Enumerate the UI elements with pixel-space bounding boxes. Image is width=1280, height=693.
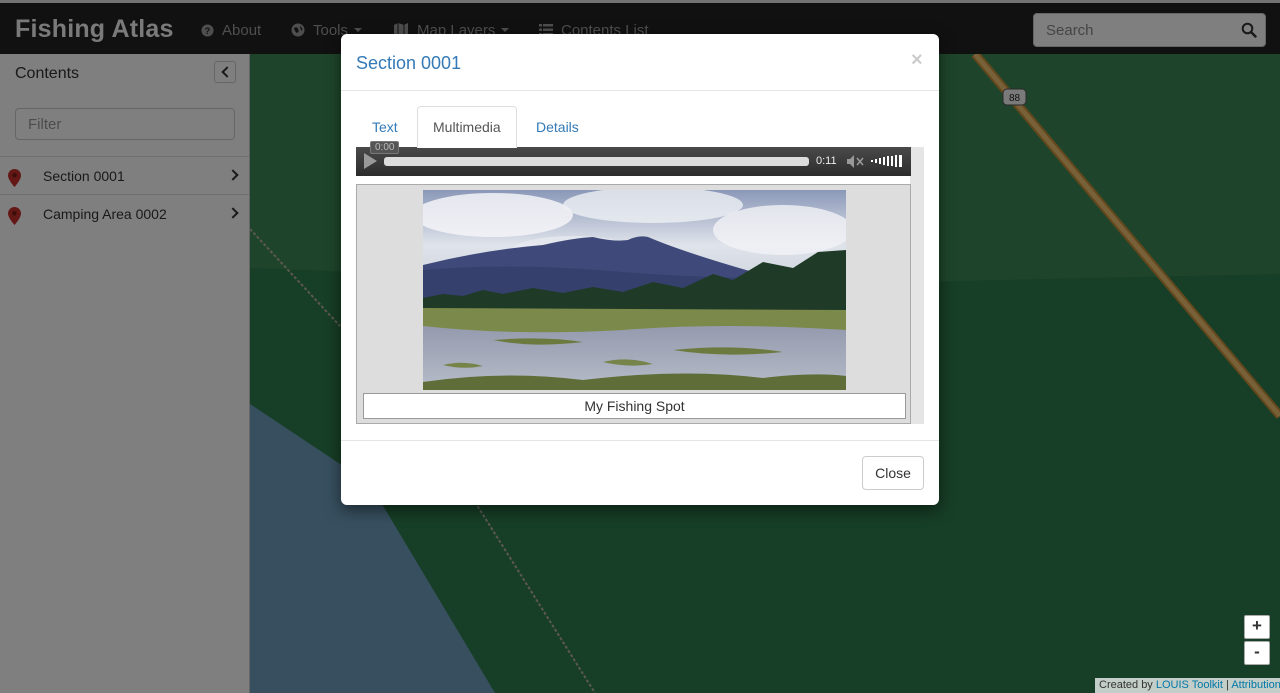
tab-multimedia[interactable]: Multimedia xyxy=(417,106,517,148)
audio-player: 0:00 0:11 xyxy=(356,141,911,176)
tab-details[interactable]: Details xyxy=(521,106,594,148)
zoom-out-button[interactable]: - xyxy=(1244,641,1270,665)
image-frame: My Fishing Spot xyxy=(356,184,911,424)
multimedia-panel[interactable]: 0:00 0:11 My Fishing Spot xyxy=(356,141,924,424)
modal-title: Section 0001 xyxy=(356,53,462,73)
close-button[interactable]: Close xyxy=(862,456,924,490)
volume-mute-icon[interactable] xyxy=(846,154,864,169)
attribution-separator: | xyxy=(1226,679,1229,691)
volume-slider-icon[interactable] xyxy=(871,155,905,167)
zoom-in-button[interactable]: + xyxy=(1244,615,1270,639)
modal-header-divider xyxy=(341,90,939,91)
louis-toolkit-link[interactable]: LOUIS Toolkit xyxy=(1156,679,1223,691)
play-icon[interactable] xyxy=(364,153,377,169)
audio-duration: 0:11 xyxy=(816,155,837,167)
audio-progress-track[interactable] xyxy=(384,157,809,166)
fishing-spot-photo[interactable] xyxy=(423,190,846,390)
image-caption: My Fishing Spot xyxy=(363,393,906,419)
modal-footer-divider xyxy=(341,440,939,441)
landscape-image xyxy=(423,190,846,390)
attribution-link[interactable]: Attribution xyxy=(1231,679,1280,691)
section-modal: Section 0001 × Text Multimedia Details 0… xyxy=(341,34,939,505)
attribution-prefix: Created by xyxy=(1099,679,1153,691)
map-attribution: Created by LOUIS Toolkit | Attribution xyxy=(1095,678,1280,693)
close-icon[interactable]: × xyxy=(911,50,923,70)
current-time-tooltip: 0:00 xyxy=(370,141,400,154)
